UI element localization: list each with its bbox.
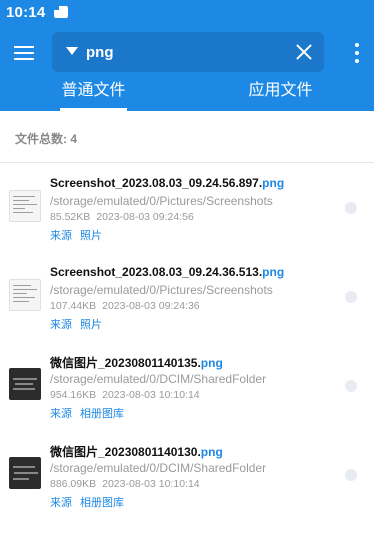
file-size: 85.52KB (50, 211, 91, 223)
file-path: /storage/emulated/0/DCIM/SharedFolder (50, 372, 267, 386)
status-time: 10:14 (6, 3, 46, 21)
tab-app-files[interactable]: 应用文件 (187, 76, 374, 111)
file-thumbnail (9, 368, 41, 400)
file-size: 107.44KB (50, 300, 97, 312)
file-source: 来源 相册图库 (50, 494, 132, 510)
source-label[interactable]: 来源 (50, 230, 72, 242)
status-bar: 10:14 (0, 0, 374, 24)
file-name: 微信图片_20230801140130.png (50, 445, 223, 459)
search-box[interactable] (52, 32, 324, 72)
select-radio[interactable] (345, 202, 357, 214)
file-count: 文件总数: 4 (15, 130, 77, 147)
select-radio[interactable] (345, 380, 357, 392)
file-date: 2023-08-03 09:24:56 (96, 211, 194, 223)
source-link[interactable]: 照片 (80, 319, 102, 331)
tab-regular-files[interactable]: 普通文件 (0, 76, 187, 111)
list-item[interactable]: 微信图片_20230801140130.png /storage/emulate… (0, 430, 374, 519)
file-date: 2023-08-03 10:10:14 (102, 389, 200, 401)
clear-icon[interactable] (294, 42, 314, 62)
file-source: 来源 照片 (50, 227, 110, 243)
source-label[interactable]: 来源 (50, 319, 72, 331)
source-link[interactable]: 照片 (80, 230, 102, 242)
file-meta: 886.09KB 2023-08-03 10:10:14 (50, 478, 200, 490)
file-path: /storage/emulated/0/Pictures/Screenshots (50, 194, 273, 208)
list-item[interactable]: Screenshot_2023.08.03_09.24.56.897.png /… (0, 163, 374, 252)
search-input[interactable] (86, 40, 286, 64)
file-count-label: 文件总数: (15, 132, 67, 146)
menu-icon[interactable] (12, 42, 36, 64)
file-meta: 954.16KB 2023-08-03 10:10:14 (50, 389, 200, 401)
source-link[interactable]: 相册图库 (80, 497, 124, 509)
source-label[interactable]: 来源 (50, 497, 72, 509)
source-label[interactable]: 来源 (50, 408, 72, 420)
sim-card-icon (54, 6, 69, 18)
file-thumbnail (9, 279, 41, 311)
file-count-value: 4 (70, 132, 78, 146)
file-thumbnail (9, 457, 41, 489)
filter-dropdown-icon[interactable] (66, 47, 78, 55)
file-name: Screenshot_2023.08.03_09.24.36.513.png (50, 265, 285, 279)
file-date: 2023-08-03 09:24:36 (102, 300, 200, 312)
file-date: 2023-08-03 10:10:14 (102, 478, 200, 490)
file-source: 来源 照片 (50, 316, 110, 332)
file-source: 来源 相册图库 (50, 405, 132, 421)
file-meta: 85.52KB 2023-08-03 09:24:56 (50, 211, 194, 223)
file-name: 微信图片_20230801140135.png (50, 356, 223, 370)
app-bar: 普通文件 应用文件 (0, 24, 374, 111)
file-size: 886.09KB (50, 478, 97, 490)
file-thumbnail (9, 190, 41, 222)
more-options-icon[interactable] (354, 43, 360, 65)
file-list: Screenshot_2023.08.03_09.24.56.897.png /… (0, 163, 374, 519)
select-radio[interactable] (345, 291, 357, 303)
select-radio[interactable] (345, 469, 357, 481)
tab-bar: 普通文件 应用文件 (0, 76, 374, 111)
file-path: /storage/emulated/0/Pictures/Screenshots (50, 283, 273, 297)
file-name: Screenshot_2023.08.03_09.24.56.897.png (50, 176, 285, 190)
file-size: 954.16KB (50, 389, 97, 401)
list-item[interactable]: Screenshot_2023.08.03_09.24.36.513.png /… (0, 252, 374, 341)
file-meta: 107.44KB 2023-08-03 09:24:36 (50, 300, 200, 312)
file-path: /storage/emulated/0/DCIM/SharedFolder (50, 461, 267, 475)
list-item[interactable]: 微信图片_20230801140135.png /storage/emulate… (0, 341, 374, 430)
source-link[interactable]: 相册图库 (80, 408, 124, 420)
